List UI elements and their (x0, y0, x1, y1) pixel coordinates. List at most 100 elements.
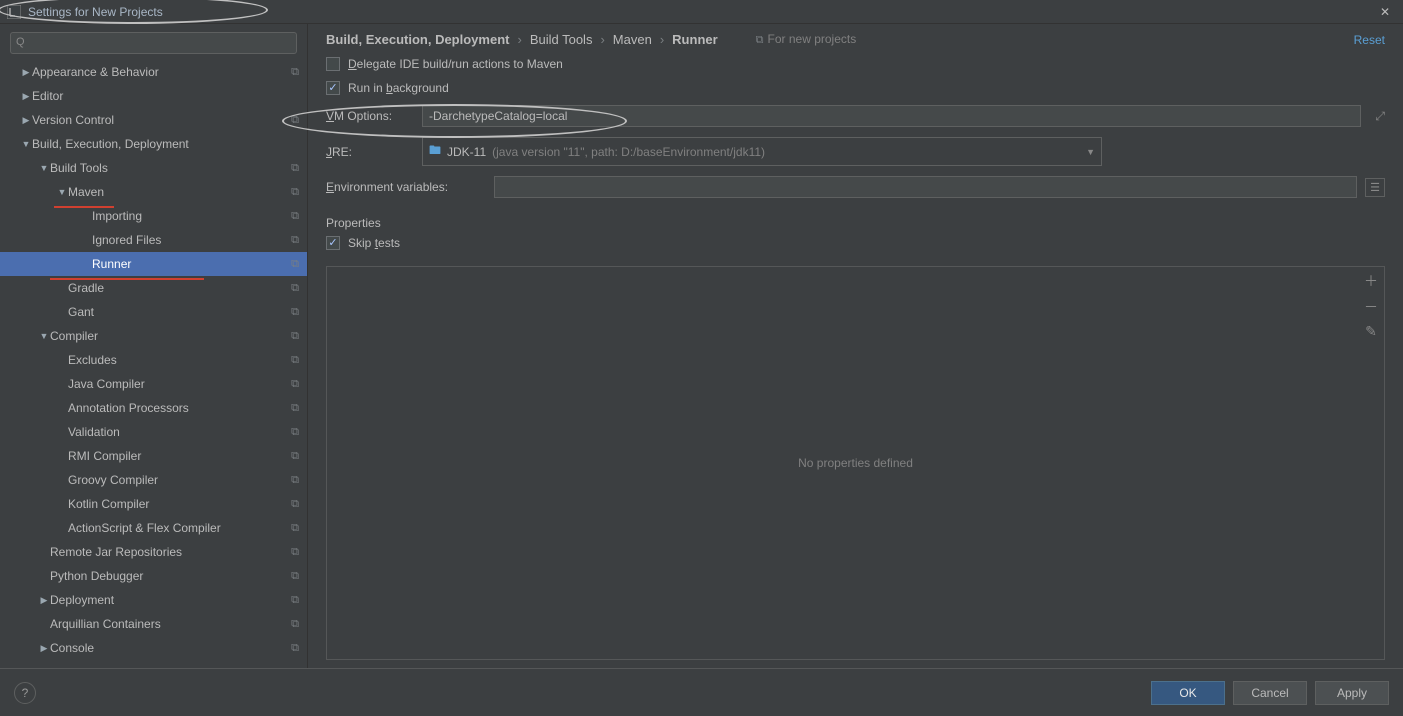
sidebar-item-label: Maven (68, 185, 287, 199)
sidebar-item-label: Console (50, 641, 287, 655)
breadcrumb-part: Build, Execution, Deployment (326, 32, 509, 47)
copy-icon: ⧉ (291, 570, 299, 583)
sidebar-item[interactable]: Runner ⧉ (0, 252, 307, 276)
sidebar-item[interactable]: Python Debugger⧉ (0, 564, 307, 588)
vm-options-input[interactable] (422, 105, 1361, 127)
sidebar-item-label: Build, Execution, Deployment (32, 137, 299, 151)
copy-icon: ⧉ (291, 162, 299, 175)
sidebar-item[interactable]: ActionScript & Flex Compiler⧉ (0, 516, 307, 540)
sidebar-item[interactable]: ▶Console ⧉ (0, 636, 307, 660)
sidebar-item[interactable]: ▶Version Control⧉ (0, 108, 307, 132)
copy-icon: ⧉ (291, 402, 299, 415)
sidebar-item[interactable]: ▼Build, Execution, Deployment (0, 132, 307, 156)
sidebar-item[interactable]: Excludes⧉ (0, 348, 307, 372)
sidebar-item[interactable]: Importing⧉ (0, 204, 307, 228)
sidebar-item[interactable]: ▶Appearance & Behavior⧉ (0, 60, 307, 84)
app-logo-icon (6, 4, 22, 20)
sidebar-item[interactable]: Remote Jar Repositories⧉ (0, 540, 307, 564)
sidebar-item[interactable]: ▼Build Tools ⧉ (0, 156, 307, 180)
sidebar-item[interactable]: Ignored Files⧉ (0, 228, 307, 252)
sidebar-item[interactable]: ▼Maven ⧉ (0, 180, 307, 204)
help-button[interactable]: ? (14, 682, 36, 704)
copy-icon: ⧉ (291, 378, 299, 391)
jre-select[interactable]: 🖿 JDK-11 (java version "11", path: D:/ba… (422, 137, 1102, 166)
chevron-right-icon[interactable]: ▶ (20, 115, 32, 126)
footer: ? OK Cancel Apply (0, 668, 1403, 716)
chevron-down-icon[interactable]: ▼ (20, 139, 32, 149)
properties-section-label: Properties (326, 216, 1385, 230)
sidebar-item[interactable]: Arquillian Containers⧉ (0, 612, 307, 636)
remove-icon[interactable]: － (1362, 297, 1380, 315)
add-icon[interactable]: ＋ (1362, 271, 1380, 289)
sidebar-item[interactable]: Gradle⧉ (0, 276, 307, 300)
chevron-down-icon[interactable]: ▼ (1086, 147, 1095, 157)
sidebar-item-label: Build Tools (50, 161, 287, 175)
edit-icon[interactable]: ✎ (1362, 323, 1380, 341)
sidebar-item-label: Gant (68, 305, 287, 319)
copy-icon: ⧉ (291, 186, 299, 199)
sidebar-item[interactable]: ▶Editor (0, 84, 307, 108)
settings-tree[interactable]: ▶Appearance & Behavior⧉▶Editor▶Version C… (0, 60, 307, 668)
chevron-right-icon[interactable]: ▶ (20, 91, 32, 102)
copy-icon: ⧉ (291, 258, 299, 271)
sidebar-item-label: Java Compiler (68, 377, 287, 391)
copy-icon: ⧉ (291, 330, 299, 343)
close-icon[interactable]: ✕ (1373, 5, 1397, 19)
env-vars-input[interactable] (494, 176, 1357, 198)
copy-icon: ⧉ (291, 66, 299, 79)
env-vars-label: Environment variables: (326, 180, 486, 194)
sidebar-item-label: Remote Jar Repositories (50, 545, 287, 559)
sidebar-item[interactable]: Annotation Processors ⧉ (0, 396, 307, 420)
copy-icon: ⧉ (291, 210, 299, 223)
sidebar-item-label: Version Control (32, 113, 287, 127)
run-background-label: Run in background (348, 81, 449, 95)
chevron-right-icon: › (660, 32, 664, 47)
sidebar-item-label: Excludes (68, 353, 287, 367)
sidebar-item[interactable]: ▼Compiler⧉ (0, 324, 307, 348)
search-input[interactable] (10, 32, 297, 54)
delegate-checkbox[interactable] (326, 57, 340, 71)
copy-icon: ⧉ (291, 450, 299, 463)
expand-icon[interactable]: ⤢ (1375, 109, 1385, 124)
sidebar-item[interactable]: Groovy Compiler ⧉ (0, 468, 307, 492)
edit-env-icon[interactable]: ☰ (1365, 178, 1385, 197)
chevron-right-icon: › (517, 32, 521, 47)
chevron-down-icon[interactable]: ▼ (56, 187, 68, 197)
sidebar-item-label: Groovy Compiler (68, 473, 287, 487)
ok-button[interactable]: OK (1151, 681, 1225, 705)
properties-area: No properties defined ＋ － ✎ (326, 266, 1385, 660)
sidebar-item-label: Runner (92, 257, 287, 271)
titlebar: Settings for New Projects ✕ (0, 0, 1403, 24)
chevron-down-icon[interactable]: ▼ (38, 331, 50, 341)
sidebar-item[interactable]: Validation⧉ (0, 420, 307, 444)
cancel-button[interactable]: Cancel (1233, 681, 1307, 705)
delegate-label: Delegate IDE build/run actions to Maven (348, 57, 563, 71)
chevron-right-icon[interactable]: ▶ (20, 67, 32, 78)
content-panel: Build, Execution, Deployment › Build Too… (308, 24, 1403, 668)
chevron-right-icon[interactable]: ▶ (38, 643, 50, 654)
sidebar-item-label: Annotation Processors (68, 401, 287, 415)
vm-options-label: VM Options: (326, 109, 414, 123)
new-projects-label: ⧉For new projects (756, 32, 857, 47)
copy-icon: ⧉ (291, 306, 299, 319)
sidebar-item[interactable]: Gant ⧉ (0, 300, 307, 324)
copy-icon: ⧉ (756, 34, 764, 46)
reset-link[interactable]: Reset (1354, 33, 1385, 47)
apply-button[interactable]: Apply (1315, 681, 1389, 705)
sidebar-item[interactable]: RMI Compiler⧉ (0, 444, 307, 468)
chevron-down-icon[interactable]: ▼ (38, 163, 50, 173)
copy-icon: ⧉ (291, 642, 299, 655)
copy-icon: ⧉ (291, 282, 299, 295)
jre-label: JRE: (326, 145, 414, 159)
copy-icon: ⧉ (291, 474, 299, 487)
copy-icon: ⧉ (291, 498, 299, 511)
sidebar-item[interactable]: Kotlin Compiler⧉ (0, 492, 307, 516)
run-background-checkbox[interactable] (326, 81, 340, 95)
copy-icon: ⧉ (291, 234, 299, 247)
sidebar: Q ▶Appearance & Behavior⧉▶Editor▶Version… (0, 24, 308, 668)
sidebar-item[interactable]: Java Compiler ⧉ (0, 372, 307, 396)
breadcrumb: Build, Execution, Deployment › Build Too… (326, 32, 1354, 47)
sidebar-item[interactable]: ▶Deployment⧉ (0, 588, 307, 612)
skip-tests-checkbox[interactable] (326, 236, 340, 250)
chevron-right-icon[interactable]: ▶ (38, 595, 50, 606)
